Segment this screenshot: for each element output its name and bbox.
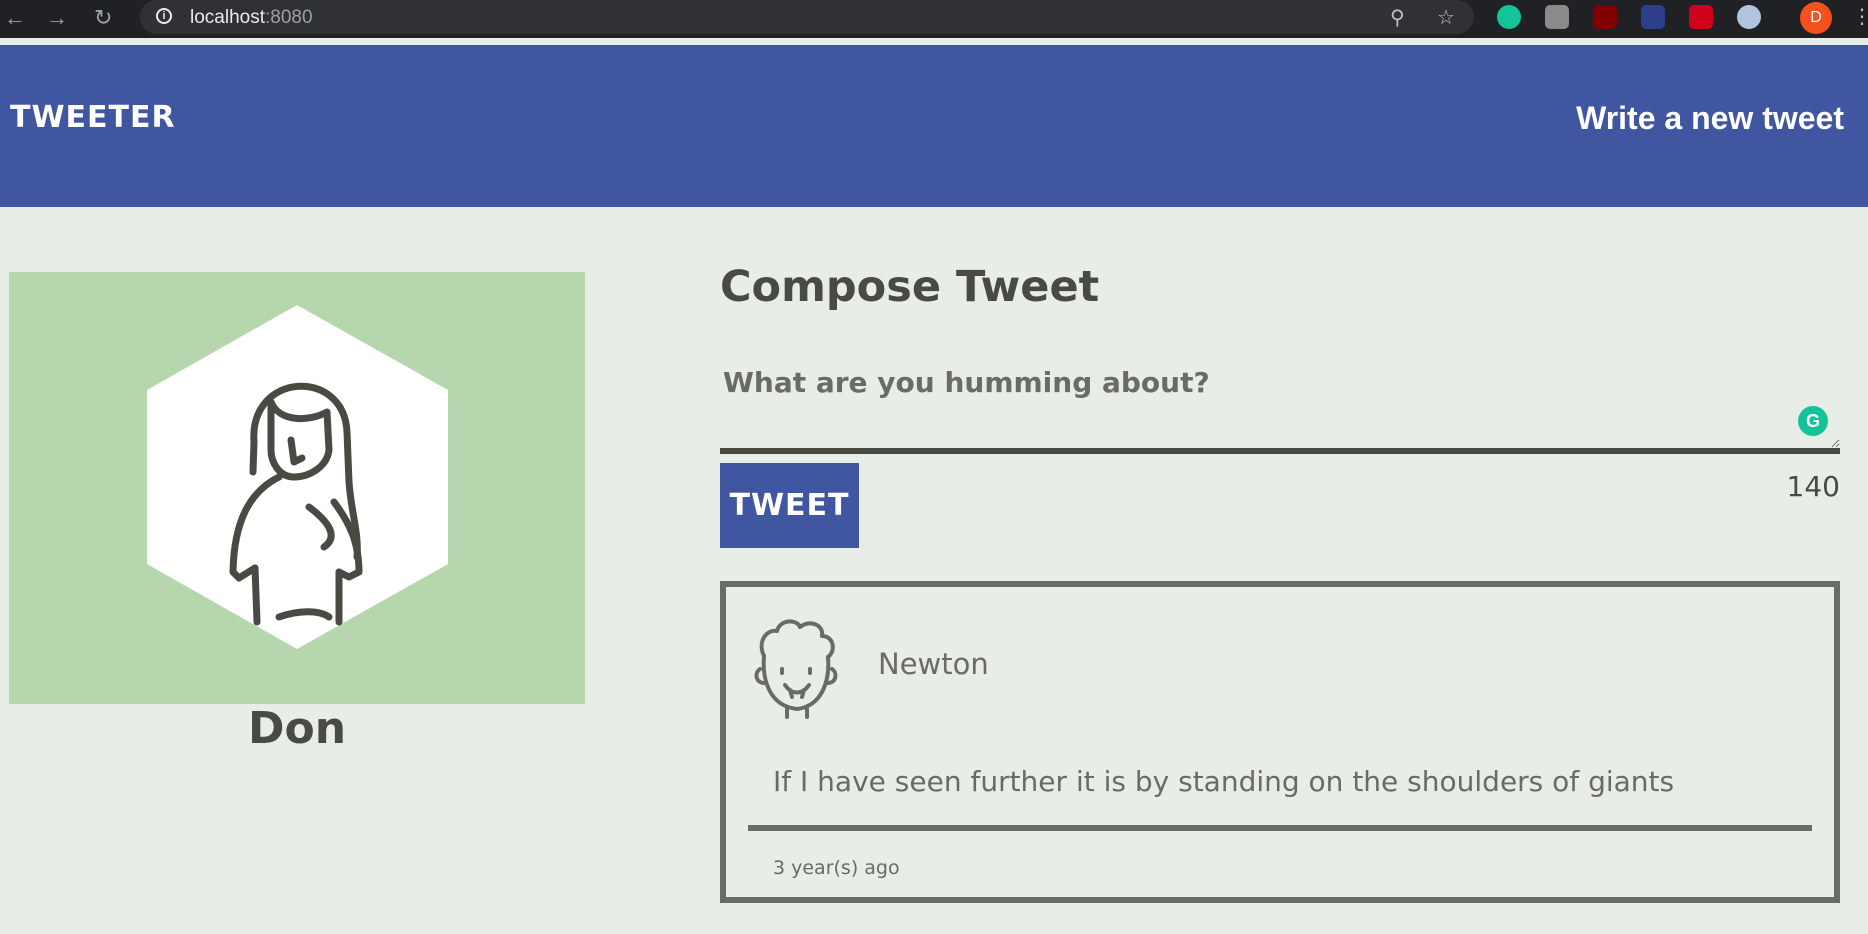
tweet-divider (748, 825, 1812, 831)
browser-profile-avatar[interactable]: D (1800, 2, 1832, 34)
address-bar[interactable]: i localhost:8080 ⚲ ☆ (140, 0, 1474, 34)
extension-icon[interactable] (1545, 5, 1569, 29)
browser-menu-icon[interactable]: ⋮ (1852, 4, 1868, 29)
character-counter: 140 (1786, 470, 1840, 503)
app-logo: TWEETER (10, 100, 176, 135)
ublock-extension-icon[interactable] (1593, 5, 1617, 29)
inspect-extension-icon[interactable] (1641, 5, 1665, 29)
user-avatar-icon (147, 305, 448, 649)
tweet-submit-button[interactable]: TWEET (720, 463, 859, 548)
tweet-author-name: Newton (878, 647, 989, 681)
profile-image (9, 272, 585, 704)
zoom-icon[interactable]: ⚲ (1390, 5, 1405, 30)
extension-ring-icon[interactable] (1737, 5, 1761, 29)
grammarly-icon[interactable]: G (1798, 406, 1828, 436)
forward-arrow-icon[interactable]: → (46, 6, 68, 30)
url-host: localhost (190, 7, 265, 28)
app-header: TWEETER Write a new tweet (0, 45, 1868, 207)
reload-icon[interactable]: ↻ (94, 6, 112, 30)
back-arrow-icon[interactable]: ← (4, 6, 26, 30)
browser-toolbar: ← → ↻ i localhost:8080 ⚲ ☆ D ⋮ (0, 0, 1868, 38)
tweet-timestamp: 3 year(s) ago (773, 857, 900, 879)
tweet-text: If I have seen further it is by standing… (773, 765, 1675, 798)
compose-title: Compose Tweet (720, 262, 1100, 312)
tweet-textarea-placeholder: What are you humming about? (723, 366, 1210, 399)
author-avatar-icon (754, 619, 838, 719)
tweet-card: Newton If I have seen further it is by s… (720, 581, 1840, 903)
site-info-icon[interactable]: i (156, 8, 172, 24)
grammarly-extension-icon[interactable] (1497, 5, 1521, 29)
url-port: :8080 (265, 7, 313, 28)
colorpicker-extension-icon[interactable] (1689, 5, 1713, 29)
profile-name: Don (247, 703, 347, 754)
bookmark-star-icon[interactable]: ☆ (1437, 5, 1455, 30)
write-new-tweet-link[interactable]: Write a new tweet (1576, 100, 1844, 137)
address-url[interactable]: localhost:8080 (190, 7, 313, 29)
